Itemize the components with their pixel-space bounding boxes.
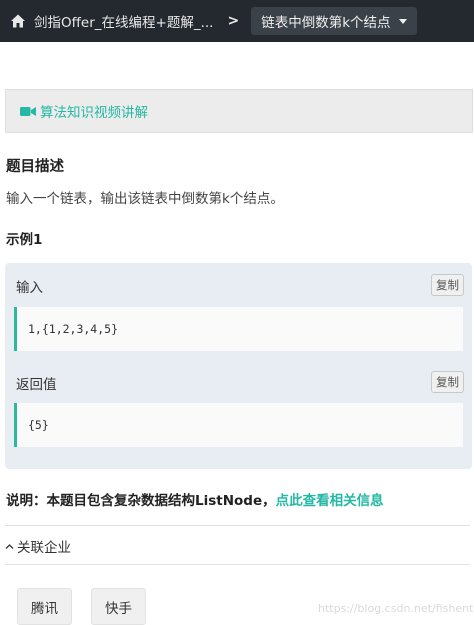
company-tag-kuaishou[interactable]: 快手 (91, 588, 146, 625)
problem-description: 输入一个链表，输出该链表中倒数第k个结点。 (6, 191, 284, 207)
top-navigation-bar: 剑指Offer_在线编程+题解_... > 链表中倒数第k个结点 (0, 0, 474, 42)
example-heading: 示例1 (6, 232, 43, 248)
chevron-down-icon (398, 18, 407, 24)
output-label: 返回值 (16, 377, 57, 393)
data-structure-note: 说明：本题目包含复杂数据结构ListNode，点此查看相关信息 (6, 489, 384, 509)
home-icon[interactable] (10, 13, 26, 29)
watermark: https://blog.csdn.net/fishenth (318, 602, 474, 615)
video-explanation-link[interactable]: 算法知识视频讲解 (40, 101, 148, 121)
example-panel: 输入 复制 1,{1,2,3,4,5} 返回值 复制 {5} (5, 263, 472, 469)
copy-input-button[interactable]: 复制 (431, 274, 464, 296)
problem-selector-dropdown[interactable]: 链表中倒数第k个结点 (251, 7, 417, 35)
input-label: 输入 (16, 280, 43, 296)
output-value: {5} (28, 418, 49, 432)
video-camera-icon (20, 106, 36, 116)
related-companies-toggle[interactable]: 关联企业 (5, 536, 71, 556)
video-explanation-banner[interactable]: 算法知识视频讲解 (5, 89, 473, 133)
input-code-block: 1,{1,2,3,4,5} (14, 307, 463, 351)
current-problem-title: 链表中倒数第k个结点 (261, 15, 391, 31)
breadcrumb-parent[interactable]: 剑指Offer_在线编程+题解_... (34, 11, 213, 31)
description-heading: 题目描述 (6, 159, 64, 175)
breadcrumb-separator: > (227, 13, 240, 29)
divider (5, 564, 470, 565)
related-companies-label: 关联企业 (17, 540, 71, 556)
view-info-link[interactable]: 点此查看相关信息 (276, 493, 384, 509)
input-value: 1,{1,2,3,4,5} (28, 322, 119, 336)
copy-output-button[interactable]: 复制 (431, 371, 464, 393)
output-code-block: {5} (14, 403, 463, 447)
note-text: 说明：本题目包含复杂数据结构ListNode， (6, 493, 276, 509)
company-tag-tencent[interactable]: 腾讯 (17, 588, 72, 625)
chevron-up-icon (5, 543, 14, 549)
divider (5, 525, 470, 526)
